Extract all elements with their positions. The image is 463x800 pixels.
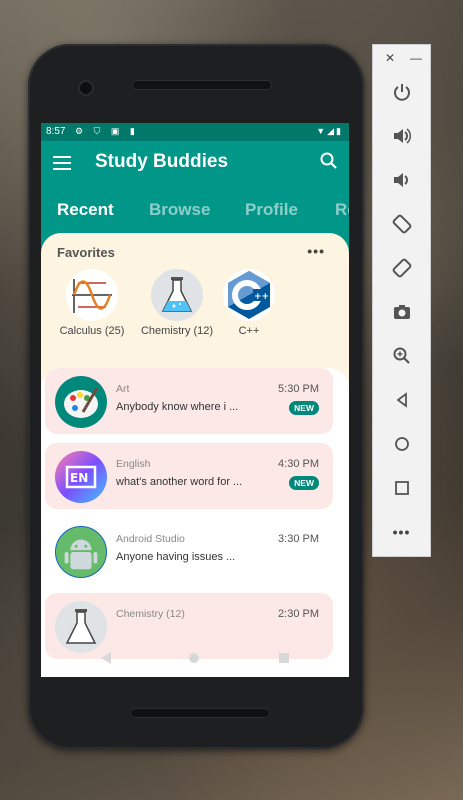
android-icon xyxy=(55,526,107,578)
favorite-calculus[interactable]: Calculus (25) xyxy=(47,269,137,337)
calculus-graph-icon xyxy=(66,269,118,321)
chat-time: 5:30 PM xyxy=(278,383,319,395)
palette-icon xyxy=(55,376,107,428)
tab-recent[interactable]: Recent xyxy=(57,200,114,220)
chat-message: what's another word for ... xyxy=(116,476,243,488)
overview-icon[interactable] xyxy=(373,473,430,503)
svg-text:EN: EN xyxy=(70,471,88,485)
chat-name: Chemistry (12) xyxy=(116,608,185,620)
chat-name: English xyxy=(116,458,151,470)
home-icon[interactable] xyxy=(373,429,430,459)
list-item[interactable]: Android Studio Anyone having issues ... … xyxy=(45,518,333,584)
chat-name: Art xyxy=(116,383,130,395)
emulator-toolbar: ✕ — ••• xyxy=(372,44,431,557)
bottom-speaker xyxy=(130,708,270,718)
device-screen: 8:57 ⚙ ⛉ ▣ ▮ ▼◢▮ Study Buddies Recent Br… xyxy=(41,123,349,677)
app-title: Study Buddies xyxy=(95,151,229,172)
svg-text:++: ++ xyxy=(254,292,269,302)
favorite-label: C++ xyxy=(238,325,260,337)
camera-icon[interactable] xyxy=(373,297,430,327)
english-en-icon: EN xyxy=(55,451,107,503)
top-speaker xyxy=(132,80,272,90)
new-badge: NEW xyxy=(289,401,319,415)
volume-down-icon[interactable] xyxy=(373,165,430,195)
cpp-logo-icon: ++ xyxy=(223,269,275,321)
more-options-icon[interactable]: ••• xyxy=(307,243,325,259)
status-notification-icons: ⚙ ⛉ ▣ ▮ xyxy=(75,126,139,136)
chat-message: Anyone having issues ... xyxy=(116,551,236,563)
content-area: Favorites ••• Calculus (25) Chemistry (1… xyxy=(41,233,349,677)
front-camera xyxy=(80,82,92,94)
zoom-icon[interactable] xyxy=(373,341,430,371)
menu-icon[interactable] xyxy=(53,156,71,170)
tab-profile[interactable]: Profile xyxy=(245,200,298,220)
new-badge: NEW xyxy=(289,476,319,490)
rotate-left-icon[interactable] xyxy=(373,209,430,239)
back-icon[interactable] xyxy=(101,652,111,664)
favorite-label: Calculus (25) xyxy=(59,325,125,337)
list-item[interactable]: EN English what's another word for ... 4… xyxy=(45,443,333,509)
search-icon[interactable] xyxy=(319,151,339,171)
status-system-icons: ▼◢▮ xyxy=(316,126,343,136)
chat-list: Art Anybody know where i ... 5:30 PM NEW… xyxy=(41,368,349,677)
list-item[interactable]: Chemistry (12) 2:30 PM xyxy=(45,593,333,659)
chat-time: 2:30 PM xyxy=(278,608,319,620)
volume-up-icon[interactable] xyxy=(373,121,430,151)
minimize-icon[interactable]: — xyxy=(410,51,422,65)
power-icon[interactable] xyxy=(373,77,430,107)
status-time: 8:57 xyxy=(46,126,66,137)
chat-name: Android Studio xyxy=(116,533,185,545)
home-icon[interactable] xyxy=(189,653,199,663)
tab-next-partial[interactable]: Re xyxy=(335,200,349,220)
chat-message: Anybody know where i ... xyxy=(116,401,239,413)
tab-browse[interactable]: Browse xyxy=(149,200,210,220)
chemistry-flask-icon xyxy=(151,269,203,321)
list-item[interactable]: Art Anybody know where i ... 5:30 PM NEW xyxy=(45,368,333,434)
back-icon[interactable] xyxy=(373,385,430,415)
chat-time: 4:30 PM xyxy=(278,458,319,470)
chat-time: 3:30 PM xyxy=(278,533,319,545)
recents-icon[interactable] xyxy=(279,653,289,663)
status-bar: 8:57 ⚙ ⛉ ▣ ▮ ▼◢▮ xyxy=(41,123,349,141)
favorite-cpp[interactable]: ++ C++ xyxy=(204,269,294,337)
phone-frame: 8:57 ⚙ ⛉ ▣ ▮ ▼◢▮ Study Buddies Recent Br… xyxy=(28,44,364,749)
more-icon[interactable]: ••• xyxy=(373,517,430,547)
chemistry-flask-icon xyxy=(55,601,107,653)
rotate-right-icon[interactable] xyxy=(373,253,430,283)
close-icon[interactable]: ✕ xyxy=(385,51,395,65)
favorites-title: Favorites xyxy=(57,245,115,260)
app-bar: Study Buddies xyxy=(41,141,349,183)
